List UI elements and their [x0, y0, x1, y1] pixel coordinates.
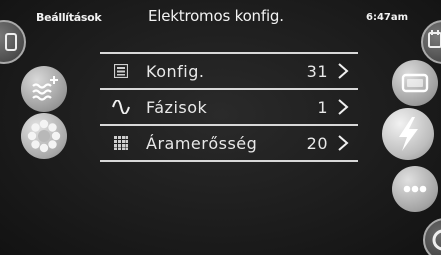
chevron-right-icon	[338, 99, 349, 115]
list-divider	[100, 160, 358, 162]
page-title: Elektromos konfig.	[148, 7, 284, 25]
display-icon	[401, 73, 429, 93]
list-item-value: 20	[306, 133, 328, 153]
chevron-right-icon	[338, 63, 349, 79]
settings-button[interactable]	[423, 218, 441, 255]
list-item-aramerosseg[interactable]: Áramerősség 20	[100, 126, 358, 160]
list-item-fazisok[interactable]: Fázisok 1	[100, 90, 358, 124]
calendar-icon	[428, 30, 441, 48]
back-button-label[interactable]: Beállítások	[36, 11, 102, 24]
list-item-label: Konfig.	[146, 61, 205, 81]
list-item-konfig[interactable]: Konfig. 31	[100, 54, 358, 88]
gear-icon	[432, 229, 441, 251]
lights-ring-icon	[27, 119, 61, 153]
list-item-label: Fázisok	[146, 97, 208, 117]
list-item-label: Áramerősség	[146, 133, 258, 153]
spa-control-screen: Beállítások Elektromos konfig. 6:47am Ko…	[0, 0, 441, 255]
lights-button[interactable]	[21, 113, 67, 159]
list-item-value: 1	[317, 97, 328, 117]
list-item-value: 31	[306, 61, 328, 81]
grid-dots-icon	[108, 130, 134, 156]
display-button[interactable]	[392, 60, 438, 106]
water-settings-button[interactable]	[21, 66, 67, 112]
back-arrow-icon	[5, 33, 17, 51]
water-temperature-icon	[32, 76, 58, 101]
more-dots-icon	[403, 185, 427, 193]
settings-list: Konfig. 31 Fázisok 1 Áramerősség 20	[100, 52, 358, 162]
electrical-config-button[interactable]	[382, 108, 434, 160]
lightning-icon	[399, 117, 418, 151]
clock: 6:47am	[366, 12, 409, 23]
sine-wave-icon	[108, 94, 134, 120]
top-bar: Beállítások Elektromos konfig. 6:47am	[0, 0, 441, 38]
config-grid-icon	[108, 58, 134, 84]
calendar-button[interactable]	[421, 20, 441, 64]
chevron-right-icon	[338, 135, 349, 151]
back-button[interactable]	[0, 20, 26, 64]
more-options-button[interactable]	[392, 166, 438, 212]
